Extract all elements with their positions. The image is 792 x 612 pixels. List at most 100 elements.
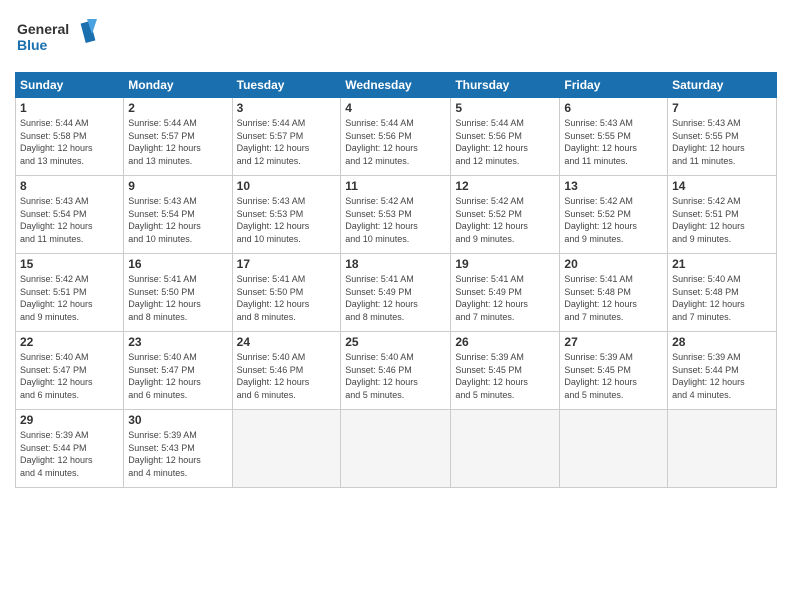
day-info: Sunrise: 5:43 AM Sunset: 5:54 PM Dayligh… bbox=[128, 195, 227, 245]
svg-text:General: General bbox=[17, 21, 69, 37]
day-info: Sunrise: 5:42 AM Sunset: 5:52 PM Dayligh… bbox=[455, 195, 555, 245]
day-number: 19 bbox=[455, 257, 555, 271]
day-info: Sunrise: 5:40 AM Sunset: 5:47 PM Dayligh… bbox=[128, 351, 227, 401]
day-info: Sunrise: 5:39 AM Sunset: 5:44 PM Dayligh… bbox=[672, 351, 772, 401]
day-number: 30 bbox=[128, 413, 227, 427]
calendar-cell: 12 Sunrise: 5:42 AM Sunset: 5:52 PM Dayli… bbox=[451, 176, 560, 254]
day-number: 12 bbox=[455, 179, 555, 193]
day-info: Sunrise: 5:43 AM Sunset: 5:55 PM Dayligh… bbox=[564, 117, 663, 167]
col-header-tuesday: Tuesday bbox=[232, 73, 341, 98]
day-number: 3 bbox=[237, 101, 337, 115]
day-number: 21 bbox=[672, 257, 772, 271]
day-number: 24 bbox=[237, 335, 337, 349]
calendar-cell: 17 Sunrise: 5:41 AM Sunset: 5:50 PM Dayli… bbox=[232, 254, 341, 332]
day-info: Sunrise: 5:43 AM Sunset: 5:55 PM Dayligh… bbox=[672, 117, 772, 167]
calendar-cell bbox=[232, 410, 341, 488]
calendar-cell: 23 Sunrise: 5:40 AM Sunset: 5:47 PM Dayli… bbox=[124, 332, 232, 410]
day-info: Sunrise: 5:39 AM Sunset: 5:45 PM Dayligh… bbox=[564, 351, 663, 401]
calendar-cell: 4 Sunrise: 5:44 AM Sunset: 5:56 PM Daylig… bbox=[341, 98, 451, 176]
day-info: Sunrise: 5:43 AM Sunset: 5:54 PM Dayligh… bbox=[20, 195, 119, 245]
calendar-cell: 11Sunrise: 5:42 AM Sunset: 5:53 PM Dayli… bbox=[341, 176, 451, 254]
day-number: 15 bbox=[20, 257, 119, 271]
calendar-cell: 16 Sunrise: 5:41 AM Sunset: 5:50 PM Dayli… bbox=[124, 254, 232, 332]
day-info: Sunrise: 5:42 AM Sunset: 5:51 PM Dayligh… bbox=[672, 195, 772, 245]
calendar-cell: 20 Sunrise: 5:41 AM Sunset: 5:48 PM Dayli… bbox=[560, 254, 668, 332]
calendar-cell: 18 Sunrise: 5:41 AM Sunset: 5:49 PM Dayli… bbox=[341, 254, 451, 332]
day-info: Sunrise: 5:44 AM Sunset: 5:56 PM Dayligh… bbox=[455, 117, 555, 167]
day-number: 10 bbox=[237, 179, 337, 193]
calendar-table: SundayMondayTuesdayWednesdayThursdayFrid… bbox=[15, 72, 777, 488]
calendar-cell: 6 Sunrise: 5:43 AM Sunset: 5:55 PM Daylig… bbox=[560, 98, 668, 176]
calendar-cell: 7 Sunrise: 5:43 AM Sunset: 5:55 PM Daylig… bbox=[668, 98, 777, 176]
calendar-cell: 24 Sunrise: 5:40 AM Sunset: 5:46 PM Dayli… bbox=[232, 332, 341, 410]
calendar-cell: 21 Sunrise: 5:40 AM Sunset: 5:48 PM Dayli… bbox=[668, 254, 777, 332]
col-header-wednesday: Wednesday bbox=[341, 73, 451, 98]
col-header-saturday: Saturday bbox=[668, 73, 777, 98]
day-number: 2 bbox=[128, 101, 227, 115]
day-number: 28 bbox=[672, 335, 772, 349]
day-number: 14 bbox=[672, 179, 772, 193]
day-number: 9 bbox=[128, 179, 227, 193]
day-info: Sunrise: 5:40 AM Sunset: 5:47 PM Dayligh… bbox=[20, 351, 119, 401]
day-number: 11 bbox=[345, 179, 446, 193]
day-number: 8 bbox=[20, 179, 119, 193]
calendar-cell bbox=[560, 410, 668, 488]
calendar-cell: 8 Sunrise: 5:43 AM Sunset: 5:54 PM Daylig… bbox=[16, 176, 124, 254]
day-info: Sunrise: 5:39 AM Sunset: 5:45 PM Dayligh… bbox=[455, 351, 555, 401]
day-info: Sunrise: 5:40 AM Sunset: 5:48 PM Dayligh… bbox=[672, 273, 772, 323]
day-info: Sunrise: 5:44 AM Sunset: 5:57 PM Dayligh… bbox=[237, 117, 337, 167]
day-number: 16 bbox=[128, 257, 227, 271]
day-info: Sunrise: 5:42 AM Sunset: 5:51 PM Dayligh… bbox=[20, 273, 119, 323]
day-number: 22 bbox=[20, 335, 119, 349]
day-info: Sunrise: 5:40 AM Sunset: 5:46 PM Dayligh… bbox=[237, 351, 337, 401]
logo: General Blue bbox=[15, 14, 105, 64]
day-info: Sunrise: 5:44 AM Sunset: 5:57 PM Dayligh… bbox=[128, 117, 227, 167]
day-number: 13 bbox=[564, 179, 663, 193]
calendar-cell: 28 Sunrise: 5:39 AM Sunset: 5:44 PM Dayli… bbox=[668, 332, 777, 410]
day-number: 26 bbox=[455, 335, 555, 349]
day-info: Sunrise: 5:41 AM Sunset: 5:49 PM Dayligh… bbox=[345, 273, 446, 323]
calendar-cell: 5Sunrise: 5:44 AM Sunset: 5:56 PM Daylig… bbox=[451, 98, 560, 176]
col-header-monday: Monday bbox=[124, 73, 232, 98]
calendar-cell: 3 Sunrise: 5:44 AM Sunset: 5:57 PM Daylig… bbox=[232, 98, 341, 176]
col-header-thursday: Thursday bbox=[451, 73, 560, 98]
day-info: Sunrise: 5:41 AM Sunset: 5:50 PM Dayligh… bbox=[237, 273, 337, 323]
calendar-cell: 29 Sunrise: 5:39 AM Sunset: 5:44 PM Dayli… bbox=[16, 410, 124, 488]
day-number: 23 bbox=[128, 335, 227, 349]
day-number: 1 bbox=[20, 101, 119, 115]
calendar-cell: 25 Sunrise: 5:40 AM Sunset: 5:46 PM Dayli… bbox=[341, 332, 451, 410]
day-info: Sunrise: 5:42 AM Sunset: 5:52 PM Dayligh… bbox=[564, 195, 663, 245]
day-number: 6 bbox=[564, 101, 663, 115]
day-number: 17 bbox=[237, 257, 337, 271]
day-number: 25 bbox=[345, 335, 446, 349]
calendar-cell: 22 Sunrise: 5:40 AM Sunset: 5:47 PM Dayli… bbox=[16, 332, 124, 410]
day-info: Sunrise: 5:41 AM Sunset: 5:48 PM Dayligh… bbox=[564, 273, 663, 323]
day-info: Sunrise: 5:41 AM Sunset: 5:49 PM Dayligh… bbox=[455, 273, 555, 323]
day-number: 29 bbox=[20, 413, 119, 427]
col-header-sunday: Sunday bbox=[16, 73, 124, 98]
day-number: 4 bbox=[345, 101, 446, 115]
day-number: 7 bbox=[672, 101, 772, 115]
day-info: Sunrise: 5:39 AM Sunset: 5:44 PM Dayligh… bbox=[20, 429, 119, 479]
calendar-cell bbox=[668, 410, 777, 488]
calendar-cell: 1 Sunrise: 5:44 AM Sunset: 5:58 PM Daylig… bbox=[16, 98, 124, 176]
day-info: Sunrise: 5:39 AM Sunset: 5:43 PM Dayligh… bbox=[128, 429, 227, 479]
calendar-cell: 9 Sunrise: 5:43 AM Sunset: 5:54 PM Daylig… bbox=[124, 176, 232, 254]
calendar-cell: 13 Sunrise: 5:42 AM Sunset: 5:52 PM Dayli… bbox=[560, 176, 668, 254]
day-number: 20 bbox=[564, 257, 663, 271]
day-info: Sunrise: 5:44 AM Sunset: 5:56 PM Dayligh… bbox=[345, 117, 446, 167]
calendar-cell: 15 Sunrise: 5:42 AM Sunset: 5:51 PM Dayli… bbox=[16, 254, 124, 332]
day-info: Sunrise: 5:41 AM Sunset: 5:50 PM Dayligh… bbox=[128, 273, 227, 323]
col-header-friday: Friday bbox=[560, 73, 668, 98]
calendar-cell: 10Sunrise: 5:43 AM Sunset: 5:53 PM Dayli… bbox=[232, 176, 341, 254]
day-info: Sunrise: 5:40 AM Sunset: 5:46 PM Dayligh… bbox=[345, 351, 446, 401]
calendar-cell: 27 Sunrise: 5:39 AM Sunset: 5:45 PM Dayli… bbox=[560, 332, 668, 410]
logo-icon: General Blue bbox=[15, 14, 105, 59]
calendar-cell: 30 Sunrise: 5:39 AM Sunset: 5:43 PM Dayli… bbox=[124, 410, 232, 488]
day-number: 27 bbox=[564, 335, 663, 349]
day-number: 18 bbox=[345, 257, 446, 271]
svg-text:Blue: Blue bbox=[17, 37, 48, 53]
calendar-cell bbox=[341, 410, 451, 488]
calendar-cell: 26 Sunrise: 5:39 AM Sunset: 5:45 PM Dayli… bbox=[451, 332, 560, 410]
day-info: Sunrise: 5:44 AM Sunset: 5:58 PM Dayligh… bbox=[20, 117, 119, 167]
